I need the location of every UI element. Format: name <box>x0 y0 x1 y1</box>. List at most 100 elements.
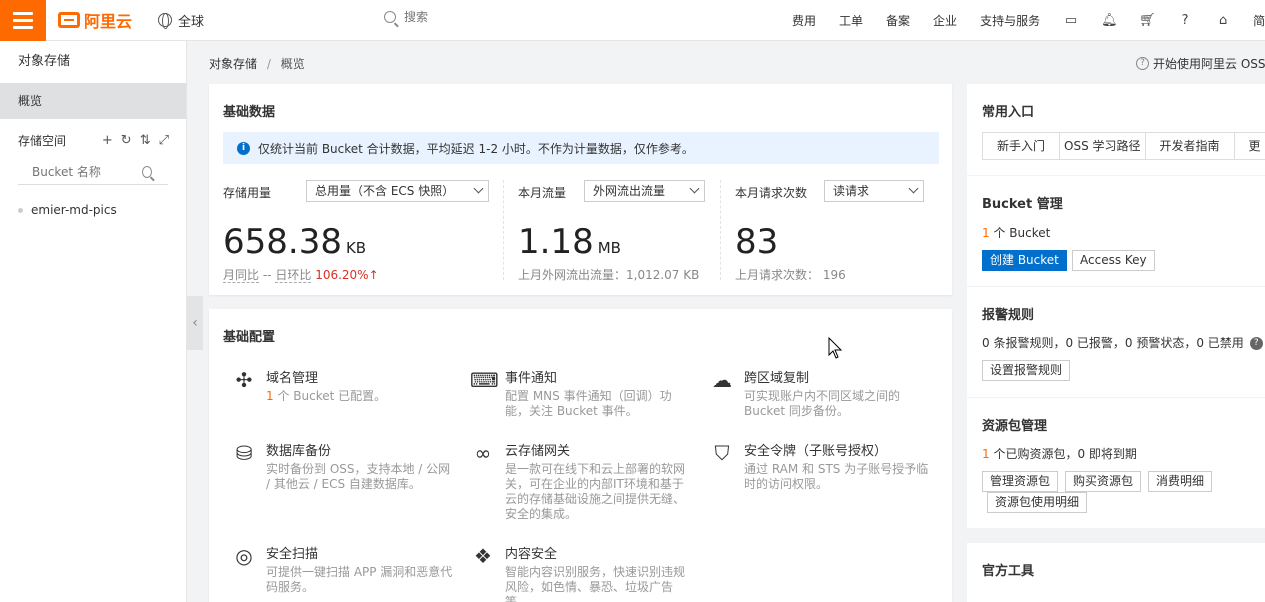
getting-started-label: 开始使用阿里云 OSS <box>1153 57 1265 71</box>
sort-icon[interactable]: ⇅ <box>140 133 151 148</box>
nav-tickets[interactable]: 工单 <box>839 12 863 29</box>
access-key-button[interactable]: Access Key <box>1072 250 1155 271</box>
traffic-metric: 本月流量 外网流出流量 1.18 MB 上月外网流出流量：1,012.07 KB <box>504 180 720 282</box>
shield-check-icon: ⛉ <box>714 441 730 465</box>
create-bucket-button[interactable]: 创建 Bucket <box>982 250 1067 271</box>
home-icon[interactable]: ⌂ <box>1215 13 1231 28</box>
breadcrumb-separator: / <box>266 57 271 71</box>
help-icon[interactable]: ? <box>1177 13 1193 28</box>
feature-title[interactable]: 安全扫描 <box>266 543 318 562</box>
database-icon: ⛁ <box>235 441 253 465</box>
requests-label: 本月请求次数 <box>735 186 808 200</box>
entry-beginner[interactable]: 新手入门 <box>982 132 1061 160</box>
nav-icp[interactable]: 备案 <box>886 12 910 29</box>
bucket-count-number: 1 <box>982 226 990 240</box>
feature-desc: 是一款可在线下和云上部署的软网关，可在企业的内部IT环境和基于云的存储基础设施之… <box>505 462 686 521</box>
breadcrumb: 对象存储 / 概览 <box>209 55 305 72</box>
traffic-label: 本月流量 <box>518 186 567 200</box>
entry-learning-path[interactable]: OSS 学习路径 <box>1059 132 1146 160</box>
top-bar: 阿里云 全球 费用 工单 备案 企业 支持与服务 ▭ 🔔︎ 🛒︎ ? ⌂ 简 <box>0 0 1265 41</box>
package-usage-button[interactable]: 资源包使用明细 <box>987 492 1088 513</box>
bucket-search-input[interactable] <box>32 164 142 179</box>
bell-icon[interactable]: 🔔︎ <box>1101 13 1118 28</box>
question-icon: ? <box>1136 57 1149 70</box>
basic-config-title: 基础配置 <box>223 330 276 345</box>
feature-title[interactable]: 云存储网关 <box>505 440 570 459</box>
alarm-summary: 0 条报警规则，0 已报警，0 预警状态，0 已禁用? <box>982 334 1263 351</box>
domain-network-icon: ✣ <box>235 368 253 392</box>
nav-truncated[interactable]: 简 <box>1253 12 1265 29</box>
sidebar-title[interactable]: 对象存储 <box>0 41 186 83</box>
region-selector[interactable]: 全球 <box>158 11 204 30</box>
requests-value: 83 <box>735 222 779 262</box>
bucket-name: emier-md-pics <box>31 203 117 217</box>
set-alarm-button[interactable]: 设置报警规则 <box>982 360 1071 381</box>
terminal-icon[interactable]: ▭ <box>1063 13 1079 28</box>
requests-type-select[interactable]: 读请求 <box>824 180 924 202</box>
info-icon: i <box>237 141 250 155</box>
bucket-section-label: 存储空间 <box>18 133 67 148</box>
bucket-management-card: Bucket 管理 1 个 Bucket 创建 Bucket Access Ke… <box>967 176 1265 286</box>
breadcrumb-current: 概览 <box>280 57 305 71</box>
bucket-list-item[interactable]: emier-md-pics <box>0 203 186 217</box>
bucket-search-icon[interactable] <box>142 165 152 178</box>
sidebar: 对象存储 概览 存储空间 + ↻ ⇅ ⤢ emier-md-pics <box>0 41 187 602</box>
notice-text: 仅统计当前 Bucket 合计数据，平均延迟 1-2 小时。不作为计量数据，仅作… <box>258 141 694 156</box>
feature-title[interactable]: 事件通知 <box>505 367 557 386</box>
package-summary-text: 个已购资源包，0 即将到期 <box>989 447 1137 461</box>
storage-metric: 存储用量 总用量（不含 ECS 快照） 658.38 KB 月同比 -- 日环比 … <box>209 180 503 283</box>
mouse-cursor-icon <box>828 337 843 359</box>
cart-icon[interactable]: 🛒︎ <box>1139 13 1156 28</box>
nav-support[interactable]: 支持与服务 <box>980 12 1040 29</box>
common-entries-title: 常用入口 <box>982 105 1035 120</box>
gateway-icon: ∞ <box>474 441 492 465</box>
package-count: 1 <box>982 447 990 461</box>
feature-title[interactable]: 跨区域复制 <box>744 367 809 386</box>
manage-package-button[interactable]: 管理资源包 <box>982 471 1059 492</box>
breadcrumb-root[interactable]: 对象存储 <box>209 57 257 71</box>
storage-type-select[interactable]: 总用量（不含 ECS 快照） <box>306 180 489 202</box>
cloud-sync-icon: ☁ <box>712 368 732 392</box>
alarm-rules-card: 报警规则 0 条报警规则，0 已报警，0 预警状态，0 已禁用? 设置报警规则 <box>967 287 1265 397</box>
feature-desc: 可实现账户内不同区域之间的 Bucket 同步备份。 <box>744 389 901 418</box>
alarm-summary-text: 0 条报警规则，0 已报警，0 预警状态，0 已禁用 <box>982 336 1244 350</box>
traffic-type-select[interactable]: 外网流出流量 <box>584 180 705 202</box>
yoy-value: -- <box>262 268 272 282</box>
global-search <box>384 10 604 24</box>
message-icon: ⌨ <box>470 368 499 392</box>
refresh-icon[interactable]: ↻ <box>121 133 132 148</box>
domain-count: 1 <box>266 389 274 403</box>
getting-started-link[interactable]: ? 开始使用阿里云 OSS <box>1136 55 1265 72</box>
storage-label: 存储用量 <box>223 186 272 200</box>
add-icon[interactable]: + <box>102 133 113 148</box>
feature-title[interactable]: 域名管理 <box>266 367 318 386</box>
info-notice: i 仅统计当前 Bucket 合计数据，平均延迟 1-2 小时。不作为计量数据，… <box>223 132 939 164</box>
traffic-last-month: 上月外网流出流量：1,012.07 KB <box>518 268 700 282</box>
traffic-unit: MB <box>597 239 621 257</box>
feature-desc: 通过 RAM 和 STS 为子账号授予临时的访问权限。 <box>744 462 929 491</box>
feature-title[interactable]: 内容安全 <box>505 543 557 562</box>
nav-billing[interactable]: 费用 <box>792 12 816 29</box>
feature-title[interactable]: 安全令牌（子账号授权） <box>744 440 887 459</box>
arrow-up-icon: ↑ <box>368 268 379 282</box>
help-icon[interactable]: ? <box>1249 337 1263 350</box>
consumption-detail-button[interactable]: 消费明细 <box>1148 471 1213 492</box>
feature-desc: 配置 MNS 事件通知（回调）功能，关注 Bucket 事件。 <box>505 389 672 418</box>
logo[interactable]: 阿里云 <box>58 8 132 32</box>
entry-dev-guide[interactable]: 开发者指南 <box>1144 132 1235 160</box>
bucket-search <box>18 159 168 185</box>
traffic-number: 1.18 <box>518 222 594 262</box>
entry-more[interactable]: 更 <box>1233 132 1265 160</box>
menu-icon[interactable] <box>0 0 46 41</box>
feature-title[interactable]: 数据库备份 <box>266 440 331 459</box>
sidebar-item-overview[interactable]: 概览 <box>0 83 186 119</box>
nav-enterprise[interactable]: 企业 <box>933 12 957 29</box>
search-icon[interactable] <box>384 11 396 23</box>
official-tools-title: 官方工具 <box>982 564 1035 579</box>
collapse-sidebar-icon[interactable]: ‹ <box>187 296 203 350</box>
search-input[interactable] <box>404 10 604 24</box>
buy-package-button[interactable]: 购买资源包 <box>1065 471 1142 492</box>
bucket-section-header: 存储空间 + ↻ ⇅ ⤢ <box>0 123 186 157</box>
basic-data-title: 基础数据 <box>223 105 276 120</box>
expand-icon[interactable]: ⤢ <box>159 133 169 148</box>
